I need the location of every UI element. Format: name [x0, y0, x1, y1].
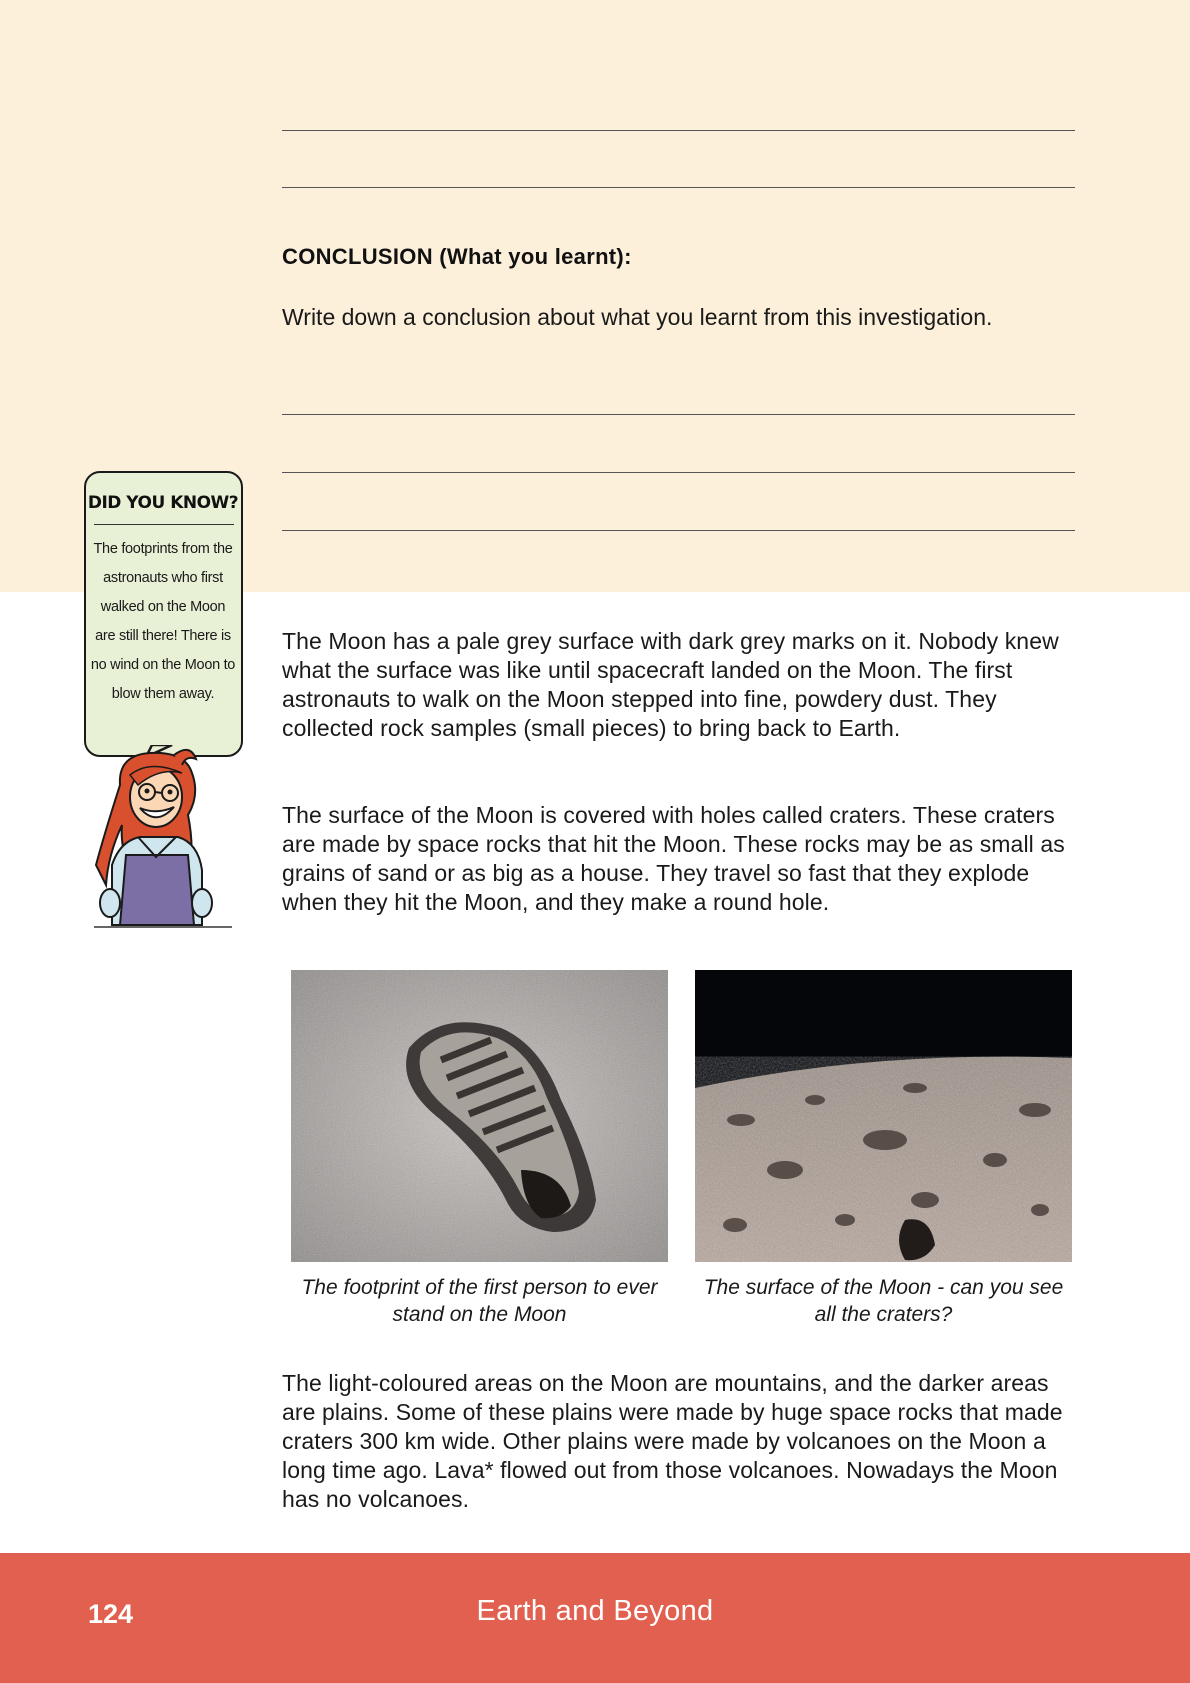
answer-line[interactable] [282, 130, 1075, 131]
teacher-character-icon [94, 745, 232, 928]
photo-caption: The surface of the Moon - can you see al… [703, 1276, 1064, 1326]
body-paragraph: The surface of the Moon is covered with … [282, 802, 1065, 915]
did-you-know-title: DID YOU KNOW? [87, 493, 239, 513]
page-footer: 124 Earth and Beyond [0, 1553, 1190, 1683]
conclusion-instruction: Write down a conclusion about what you l… [282, 304, 993, 330]
moon-surface-photo-icon [695, 970, 1072, 1262]
photo-caption: The footprint of the first person to eve… [301, 1276, 658, 1326]
body-paragraph: The light-coloured areas on the Moon are… [282, 1370, 1063, 1512]
answer-line[interactable] [282, 414, 1075, 415]
answer-line[interactable] [282, 187, 1075, 188]
answer-line[interactable] [282, 472, 1075, 473]
conclusion-heading: CONCLUSION (What you learnt): [282, 244, 632, 269]
footer-book-title: Earth and Beyond [476, 1595, 714, 1627]
did-you-know-text: The footprints from the astronauts who f… [90, 541, 236, 702]
body-paragraph: The Moon has a pale grey surface with da… [282, 628, 1059, 741]
did-you-know-box: DID YOU KNOW? The footprints from the as… [84, 471, 243, 757]
did-you-know-divider [94, 524, 234, 525]
answer-line[interactable] [282, 530, 1075, 531]
footprint-photo-icon [291, 970, 668, 1262]
